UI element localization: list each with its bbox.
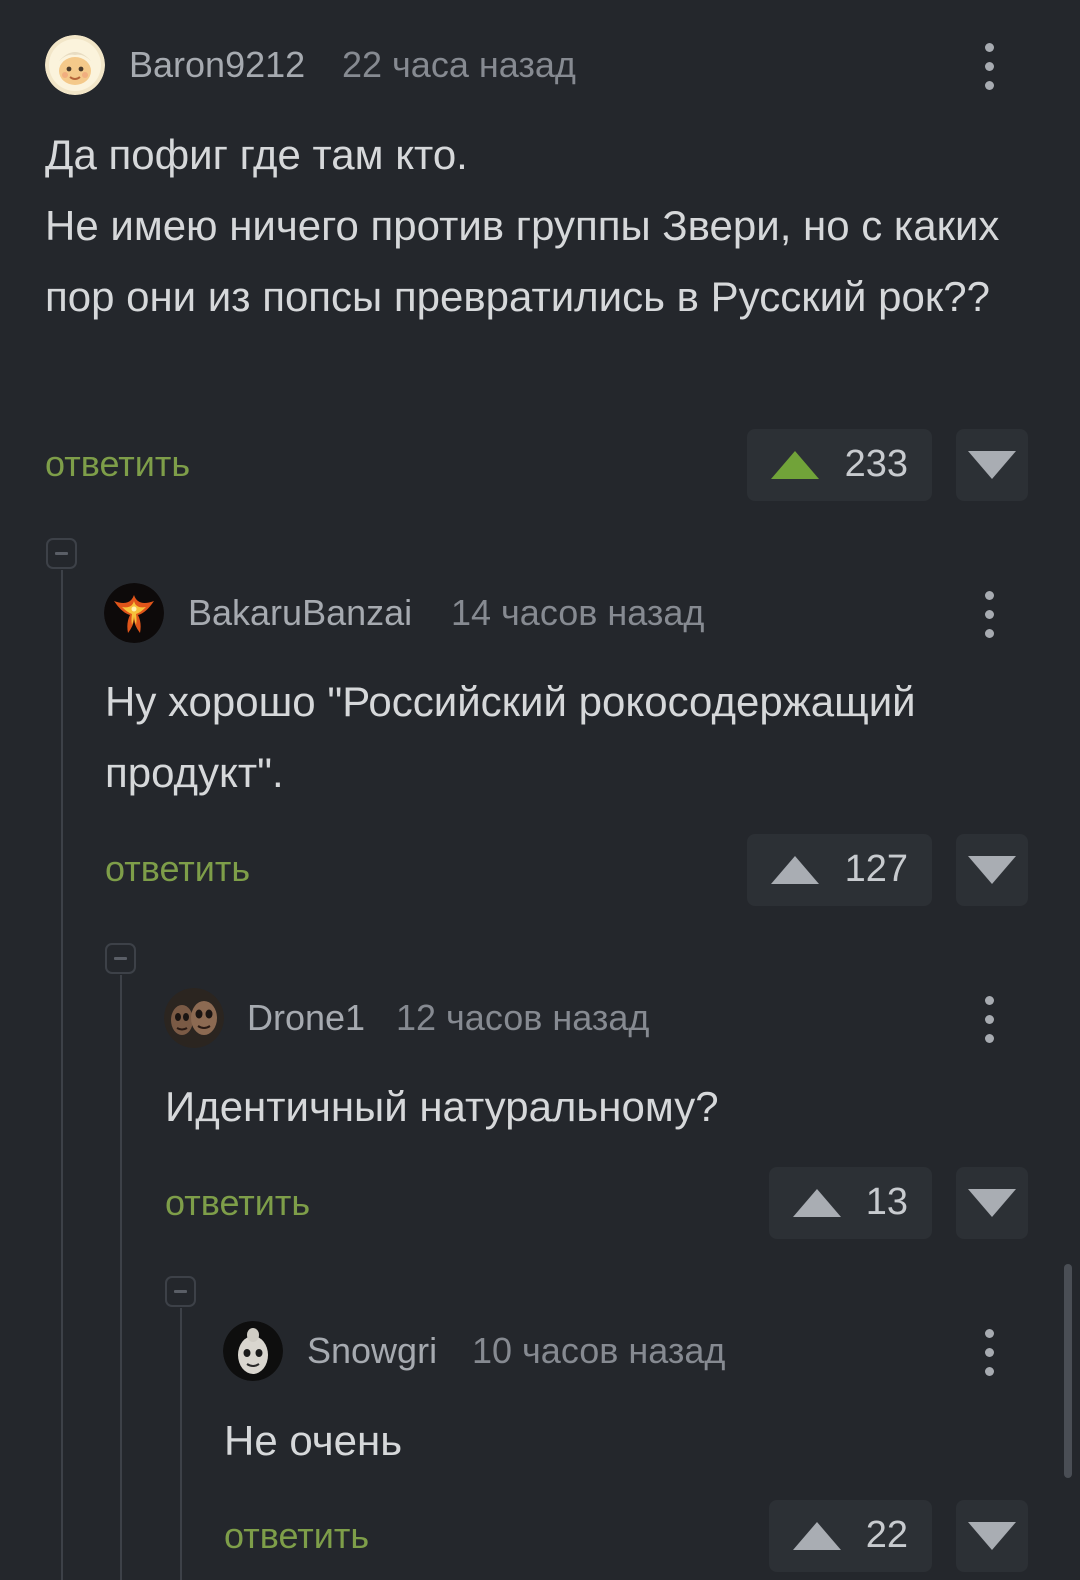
avatar[interactable] bbox=[104, 583, 164, 643]
thread-line-level-3 bbox=[180, 1308, 182, 1580]
timestamp: 14 часов назад bbox=[451, 592, 705, 633]
timestamp: 10 часов назад bbox=[472, 1330, 726, 1371]
downvote-arrow-icon bbox=[968, 1522, 1016, 1550]
upvote-button[interactable]: 233 bbox=[747, 429, 932, 501]
comment-text: Ну хорошо "Российский рокосодержащий про… bbox=[105, 678, 916, 796]
phoenix-avatar-icon bbox=[104, 583, 164, 643]
two-faces-avatar-icon bbox=[164, 988, 224, 1048]
upvote-button[interactable]: 22 bbox=[769, 1500, 932, 1572]
username[interactable]: Snowgri bbox=[307, 1330, 437, 1372]
collapse-thread-button[interactable] bbox=[46, 538, 77, 569]
reply-button[interactable]: ответить bbox=[165, 1182, 310, 1224]
upvote-button[interactable]: 13 bbox=[769, 1167, 932, 1239]
downvote-button[interactable] bbox=[956, 429, 1028, 501]
downvote-arrow-icon bbox=[968, 856, 1016, 884]
comment-text: Идентичный натуральному? bbox=[165, 1083, 719, 1130]
avatar[interactable] bbox=[164, 988, 224, 1048]
more-options-icon[interactable] bbox=[983, 995, 997, 1043]
username[interactable]: BakaruBanzai bbox=[188, 592, 412, 634]
more-options-icon[interactable] bbox=[983, 1328, 997, 1376]
downvote-button[interactable] bbox=[956, 834, 1028, 906]
timestamp: 22 часа назад bbox=[342, 44, 576, 85]
comment-text: Да пофиг где там кто. Не имею ничего про… bbox=[45, 131, 1000, 320]
more-options-icon[interactable] bbox=[983, 590, 997, 638]
upvote-arrow-icon bbox=[771, 451, 819, 479]
reply-button[interactable]: ответить bbox=[45, 443, 190, 485]
upvote-arrow-icon bbox=[771, 856, 819, 884]
username[interactable]: Baron9212 bbox=[129, 44, 305, 86]
reply-button[interactable]: ответить bbox=[105, 848, 250, 890]
timestamp: 12 часов назад bbox=[396, 997, 650, 1038]
vote-count: 22 bbox=[865, 1514, 908, 1556]
downvote-arrow-icon bbox=[968, 1189, 1016, 1217]
thread-line-level-2 bbox=[120, 975, 122, 1580]
cartoon-face-avatar-icon bbox=[45, 35, 105, 95]
collapse-thread-button[interactable] bbox=[105, 943, 136, 974]
upvote-arrow-icon bbox=[793, 1522, 841, 1550]
avatar[interactable] bbox=[45, 35, 105, 95]
thread-line-level-1 bbox=[61, 570, 63, 1580]
vote-count: 13 bbox=[865, 1181, 908, 1223]
downvote-button[interactable] bbox=[956, 1167, 1028, 1239]
downvote-arrow-icon bbox=[968, 451, 1016, 479]
upvote-button[interactable]: 127 bbox=[747, 834, 932, 906]
collapse-thread-button[interactable] bbox=[165, 1276, 196, 1307]
more-options-icon[interactable] bbox=[983, 42, 997, 90]
comment-text: Не очень bbox=[224, 1417, 403, 1464]
downvote-button[interactable] bbox=[956, 1500, 1028, 1572]
vote-count: 233 bbox=[844, 443, 908, 485]
reply-button[interactable]: ответить bbox=[224, 1515, 369, 1557]
mask-avatar-icon bbox=[223, 1321, 283, 1381]
username[interactable]: Drone1 bbox=[247, 997, 365, 1039]
upvote-arrow-icon bbox=[793, 1189, 841, 1217]
avatar[interactable] bbox=[223, 1321, 283, 1381]
scrollbar[interactable] bbox=[1064, 1264, 1072, 1478]
vote-count: 127 bbox=[844, 848, 908, 890]
